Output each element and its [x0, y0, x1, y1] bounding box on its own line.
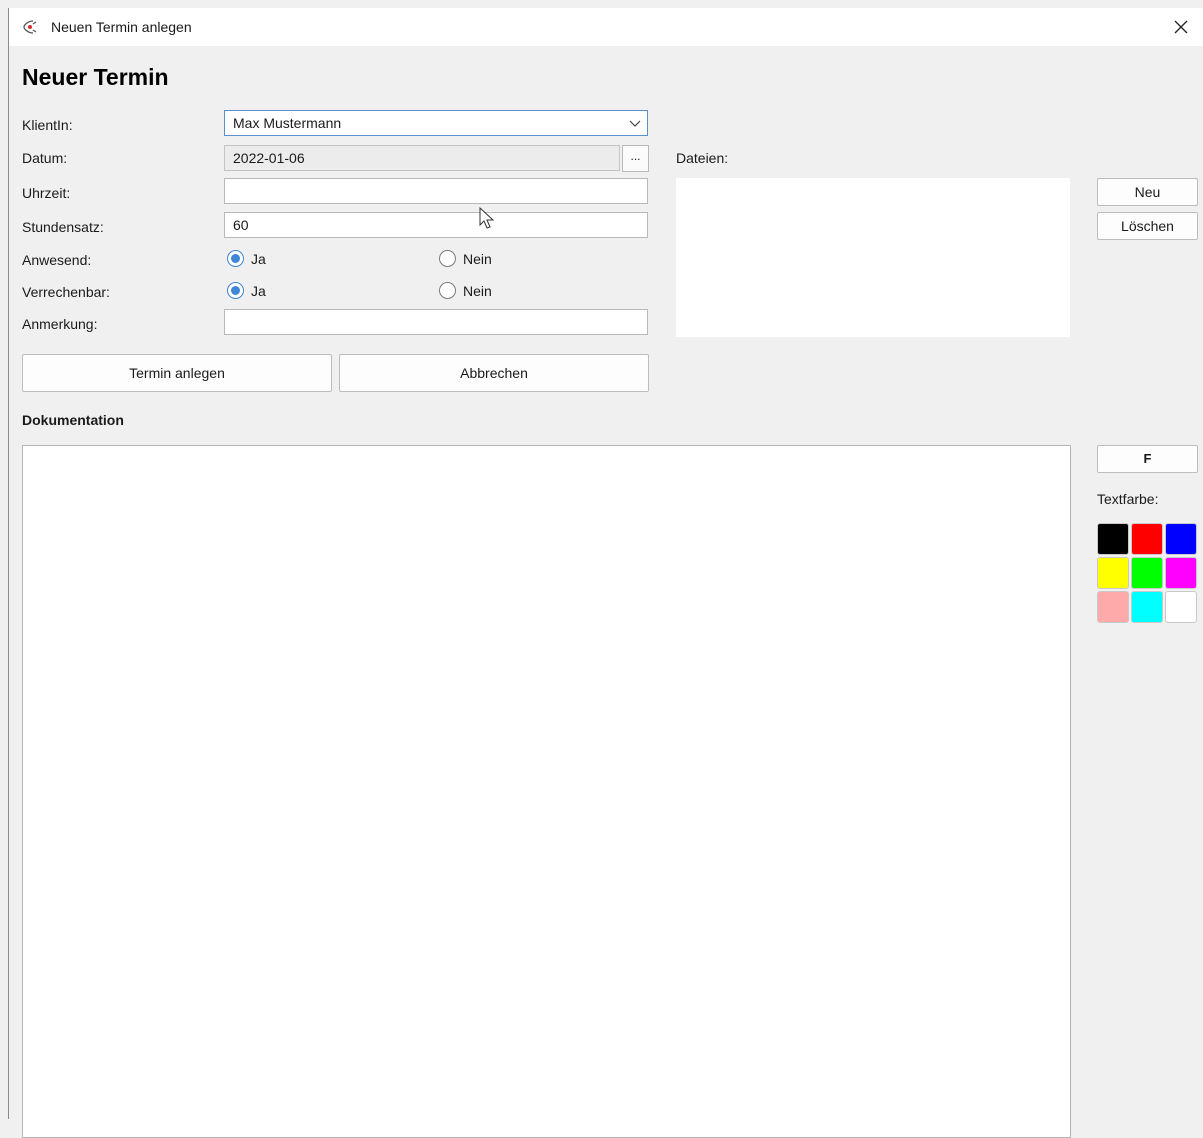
radio-unchecked-icon: [439, 250, 456, 267]
color-swatch[interactable]: [1097, 557, 1129, 589]
time-field[interactable]: [224, 178, 648, 204]
present-label: Anwesend:: [22, 252, 92, 268]
radio-checked-icon: [227, 250, 244, 267]
color-swatch[interactable]: [1097, 591, 1129, 623]
text-color-label: Textfarbe:: [1097, 491, 1159, 507]
color-swatch[interactable]: [1131, 557, 1163, 589]
present-yes-label: Ja: [251, 250, 266, 267]
billable-no-label: Nein: [463, 282, 492, 299]
date-field[interactable]: 2022-01-06: [224, 145, 620, 171]
mouse-cursor-icon: [479, 207, 495, 229]
color-swatch[interactable]: [1097, 523, 1129, 555]
documentation-editor[interactable]: [22, 445, 1071, 1138]
files-list[interactable]: [676, 178, 1070, 337]
note-field[interactable]: [224, 309, 648, 335]
window-title: Neuen Termin anlegen: [51, 19, 192, 35]
delete-file-button[interactable]: Löschen: [1097, 212, 1198, 240]
title-bar: Neuen Termin anlegen: [9, 8, 1203, 46]
close-button[interactable]: [1158, 8, 1203, 46]
date-value: 2022-01-06: [233, 150, 305, 166]
client-label: KlientIn:: [22, 117, 73, 133]
color-swatch[interactable]: [1131, 591, 1163, 623]
client-value: Max Mustermann: [233, 115, 342, 131]
present-no-label: Nein: [463, 250, 492, 267]
present-no-radio[interactable]: Nein: [439, 250, 492, 267]
client-select[interactable]: Max Mustermann: [224, 110, 648, 136]
page-title: Neuer Termin: [22, 64, 169, 90]
chevron-down-icon: [629, 120, 641, 127]
files-label: Dateien:: [676, 150, 729, 166]
note-label: Anmerkung:: [22, 316, 98, 332]
billable-label: Verrechenbar:: [22, 284, 110, 300]
create-appointment-button[interactable]: Termin anlegen: [22, 354, 332, 392]
billable-yes-radio[interactable]: Ja: [227, 282, 266, 299]
bold-button[interactable]: F: [1097, 445, 1198, 473]
new-file-button[interactable]: Neu: [1097, 178, 1198, 206]
billable-yes-label: Ja: [251, 282, 266, 299]
documentation-label: Dokumentation: [22, 412, 124, 428]
color-swatch[interactable]: [1131, 523, 1163, 555]
cancel-button[interactable]: Abbrechen: [339, 354, 649, 392]
color-palette: [1097, 523, 1197, 623]
billable-no-radio[interactable]: Nein: [439, 282, 492, 299]
color-swatch[interactable]: [1165, 523, 1197, 555]
date-label: Datum:: [22, 150, 68, 166]
present-yes-radio[interactable]: Ja: [227, 250, 266, 267]
time-label: Uhrzeit:: [22, 185, 71, 201]
color-swatch[interactable]: [1165, 591, 1197, 623]
date-picker-button[interactable]: ...: [622, 145, 649, 172]
dialog-window: Neuen Termin anlegen Neuer Termin Klient…: [8, 8, 1203, 1138]
color-swatch[interactable]: [1165, 557, 1197, 589]
close-icon: [1174, 20, 1188, 34]
app-icon: [23, 20, 37, 34]
rate-label: Stundensatz:: [22, 219, 104, 235]
radio-unchecked-icon: [439, 282, 456, 299]
radio-checked-icon: [227, 282, 244, 299]
rate-field[interactable]: 60: [224, 212, 648, 238]
